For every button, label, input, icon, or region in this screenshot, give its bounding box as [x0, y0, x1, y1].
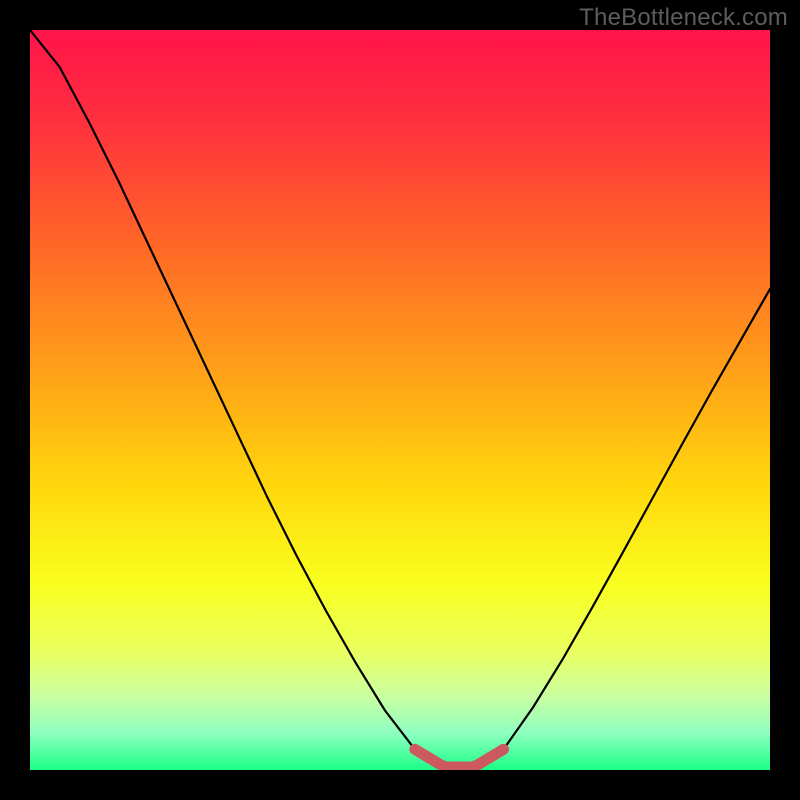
gradient-background — [30, 30, 770, 770]
figure-container: TheBottleneck.com — [0, 0, 800, 800]
chart-svg — [30, 30, 770, 770]
watermark-text: TheBottleneck.com — [579, 4, 788, 32]
bottleneck-chart — [30, 30, 770, 770]
